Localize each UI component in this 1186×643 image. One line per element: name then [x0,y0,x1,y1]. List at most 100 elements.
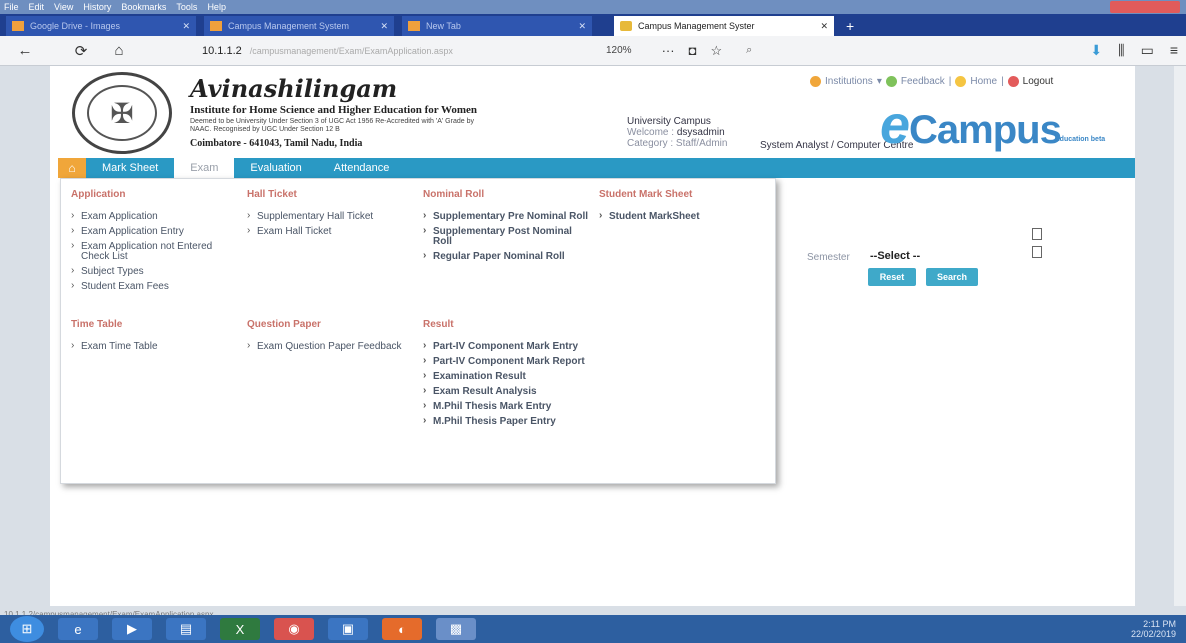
menu-view[interactable]: View [54,2,73,12]
reload-button[interactable]: ⟳ [68,40,94,62]
menu-evaluation[interactable]: Evaluation [234,158,317,178]
emblem-icon: ✠ [87,85,157,141]
excel-icon[interactable]: X [220,618,260,640]
column-heading: Application [71,189,126,200]
firefox-icon[interactable]: ◐ [382,618,422,640]
institution-accreditation: Deemed to be University Under Section 3 … [190,118,474,133]
paint-icon[interactable]: ▩ [436,618,476,640]
menu-bookmarks[interactable]: Bookmarks [121,2,166,12]
logout-link[interactable]: Logout [1023,76,1054,87]
institution-location: Coimbatore - 641043, Tamil Nadu, India [190,138,363,149]
menu-link[interactable]: Subject Types [71,266,241,277]
menu-link[interactable]: Exam Application not Entered Check List [71,241,241,262]
menu-column-time-table: Time Table Exam Time Table [71,319,241,357]
feedback-icon [885,76,897,87]
media-icon[interactable]: ▶ [112,618,152,640]
logout-icon [1007,76,1019,87]
menu-exam[interactable]: Exam [174,158,235,178]
category-label: Category : [627,138,674,149]
back-button[interactable]: ← [12,40,38,62]
menu-link[interactable]: Student MarkSheet [599,211,769,222]
menu-link[interactable]: Exam Application [71,211,241,222]
dropdown-chevron-icon[interactable]: ▾ [877,76,882,87]
url-text: 10.1.1.2 [202,44,242,57]
calendar-icon[interactable] [1032,246,1042,258]
search-icon[interactable]: ⌕ [746,44,752,57]
url-bar[interactable]: 10.1.1.2 /campusmanagement/Exam/ExamAppl… [202,41,582,61]
system-tray[interactable]: 2:11 PM 22/02/2019 [1131,619,1176,639]
menu-mark-sheet[interactable]: Mark Sheet [86,158,174,178]
download-icon[interactable]: ⬇ [1090,42,1102,59]
ie-icon[interactable]: e [58,618,98,640]
reset-button[interactable]: Reset [868,268,916,286]
menu-link[interactable]: Supplementary Pre Nominal Roll [423,211,593,222]
column-heading: Hall Ticket [247,189,297,200]
semester-select[interactable]: --Select -- [870,250,920,262]
menu-link[interactable]: M.Phil Thesis Paper Entry [423,416,593,427]
close-tab-icon[interactable]: ✕ [182,21,190,32]
more-actions-icon[interactable]: ··· [662,43,675,59]
menu-column-application: Application Exam Application Exam Applic… [71,189,241,297]
menu-link[interactable]: Exam Application Entry [71,226,241,237]
university-label: University Campus [627,116,711,127]
calendar-icon[interactable] [1032,228,1042,240]
browser-tab[interactable]: Campus Management System ✕ [204,16,394,36]
home-link[interactable]: Home [970,76,997,87]
sidebar-icon[interactable]: ▭ [1141,42,1154,59]
menu-link[interactable]: Supplementary Hall Ticket [247,211,417,222]
pocket-icon[interactable]: ◘ [689,43,697,59]
window-controls[interactable] [1110,1,1180,13]
menu-link[interactable]: Student Exam Fees [71,281,241,292]
feedback-link[interactable]: Feedback [901,76,945,87]
institutions-link[interactable]: Institutions [825,76,873,87]
menu-column-hall-ticket: Hall Ticket Supplementary Hall Ticket Ex… [247,189,417,242]
favicon-icon [12,21,24,31]
menu-link[interactable]: M.Phil Thesis Mark Entry [423,401,593,412]
menu-link[interactable]: Part-IV Component Mark Entry [423,341,593,352]
app-icon[interactable]: ▣ [328,618,368,640]
menu-home-icon[interactable]: ⌂ [58,158,86,178]
close-tab-icon[interactable]: ✕ [820,21,828,32]
favicon-icon [408,21,420,31]
close-tab-icon[interactable]: ✕ [380,21,388,32]
menu-attendance[interactable]: Attendance [318,158,406,178]
home-button[interactable]: ⌂ [106,40,132,62]
new-tab-button[interactable]: + [846,18,854,36]
browser-tab[interactable]: New Tab ✕ [402,16,592,36]
bookmark-star-icon[interactable]: ☆ [710,43,722,59]
menu-link[interactable]: Exam Hall Ticket [247,226,417,237]
menu-edit[interactable]: Edit [29,2,45,12]
column-heading: Result [423,319,454,330]
hamburger-menu-icon[interactable]: ≡ [1170,42,1178,59]
menu-help[interactable]: Help [207,2,226,12]
start-button[interactable]: ⊞ [10,616,44,642]
tab-strip: Google Drive - Images ✕ Campus Managemen… [0,14,1186,36]
menu-column-question-paper: Question Paper Exam Question Paper Feedb… [247,319,417,357]
semester-label: Semester [807,252,850,263]
menu-history[interactable]: History [83,2,111,12]
institution-name: Avinashilingam [190,74,398,103]
zoom-level[interactable]: 120% [606,45,632,56]
chrome-icon[interactable]: ◉ [274,618,314,640]
menu-file[interactable]: File [4,2,19,12]
browser-tab-active[interactable]: Campus Management Syster ✕ [614,16,834,36]
menu-link[interactable]: Supplementary Post Nominal Roll [423,226,593,247]
menu-link[interactable]: Examination Result [423,371,593,382]
search-button[interactable]: Search [926,268,978,286]
page-scrollbar[interactable] [1174,66,1186,606]
menu-tools[interactable]: Tools [176,2,197,12]
os-taskbar: ⊞ e ▶ ▤ X ◉ ▣ ◐ ▩ 2:11 PM 22/02/2019 [0,615,1186,643]
institution-subtitle: Institute for Home Science and Higher Ed… [190,104,478,116]
folder-icon[interactable]: ▤ [166,618,206,640]
menu-link[interactable]: Regular Paper Nominal Roll [423,251,593,262]
menu-link[interactable]: Exam Time Table [71,341,241,352]
browser-tab[interactable]: Google Drive - Images ✕ [6,16,196,36]
menu-link[interactable]: Part-IV Component Mark Report [423,356,593,367]
menu-link[interactable]: Exam Question Paper Feedback [247,341,417,352]
top-links: Institutions ▾ Feedback | Home | Logout [810,76,1053,87]
library-icon[interactable]: ⫼ [1118,42,1124,59]
menu-link[interactable]: Exam Result Analysis [423,386,593,397]
ecampus-text: Campus [909,108,1062,152]
favicon-icon [210,21,222,31]
close-tab-icon[interactable]: ✕ [578,21,586,32]
